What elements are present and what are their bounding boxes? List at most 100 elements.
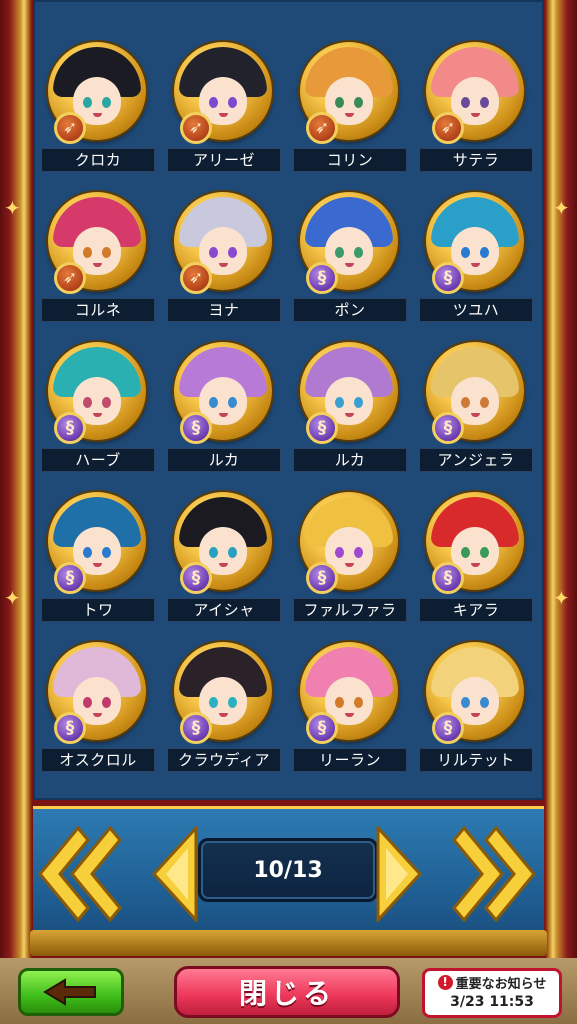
character-portrait[interactable]: § <box>300 192 398 294</box>
character-name: ヨナ <box>167 298 281 322</box>
character-portrait[interactable]: ➶ <box>48 192 146 294</box>
bow-icon: ➶ <box>180 112 212 144</box>
character-card[interactable]: § キアラ <box>414 486 540 624</box>
magic-icon: § <box>306 262 338 294</box>
character-name: キアラ <box>419 598 533 622</box>
character-portrait[interactable]: § <box>300 642 398 744</box>
prev-page-button[interactable] <box>150 826 202 922</box>
character-portrait[interactable]: § <box>426 642 524 744</box>
pager-ornament <box>30 930 547 956</box>
character-name: コリン <box>293 148 407 172</box>
back-button[interactable] <box>18 968 124 1016</box>
magic-icon: § <box>432 562 464 594</box>
character-name: コルネ <box>41 298 155 322</box>
bow-icon: ➶ <box>306 112 338 144</box>
chevron-left-icon <box>151 826 198 922</box>
bow-icon: ➶ <box>432 112 464 144</box>
character-card[interactable]: § ルカ <box>288 336 414 474</box>
character-card[interactable]: § ハーブ <box>36 336 162 474</box>
double-chevron-left-icon <box>38 826 122 922</box>
character-portrait[interactable]: ➶ <box>48 42 146 144</box>
magic-icon: § <box>432 712 464 744</box>
star-ornament-icon: ✦ <box>553 196 570 220</box>
character-name: リルテット <box>419 748 533 772</box>
chevron-right-icon <box>376 826 423 922</box>
character-name: トワ <box>41 598 155 622</box>
character-card[interactable]: § ポン <box>288 186 414 324</box>
character-portrait[interactable]: § <box>300 492 398 594</box>
page-number: 10/13 <box>253 857 323 883</box>
next-page-button[interactable] <box>372 826 424 922</box>
character-portrait[interactable]: ➶ <box>300 42 398 144</box>
character-portrait[interactable]: § <box>48 492 146 594</box>
magic-icon: § <box>306 412 338 444</box>
character-card[interactable]: ➶ クロカ <box>36 36 162 174</box>
first-page-button[interactable] <box>38 826 122 922</box>
character-portrait[interactable]: § <box>48 642 146 744</box>
notice-timestamp: 3/23 11:53 <box>450 994 534 1010</box>
character-card[interactable]: § ツユハ <box>414 186 540 324</box>
character-name: クロカ <box>41 148 155 172</box>
last-page-button[interactable] <box>452 826 536 922</box>
magic-icon: § <box>306 712 338 744</box>
character-card[interactable]: § リルテット <box>414 636 540 774</box>
character-portrait[interactable]: § <box>174 642 272 744</box>
notice-title: 重要なお知らせ <box>455 977 547 992</box>
character-portrait[interactable]: § <box>426 492 524 594</box>
character-portrait[interactable]: § <box>426 192 524 294</box>
character-name: サテラ <box>419 148 533 172</box>
character-portrait[interactable]: ➶ <box>426 42 524 144</box>
character-card[interactable]: ➶ アリーゼ <box>162 36 288 174</box>
magic-icon: § <box>54 712 86 744</box>
character-name: ツユハ <box>419 298 533 322</box>
character-card[interactable]: § トワ <box>36 486 162 624</box>
character-name: アリーゼ <box>167 148 281 172</box>
character-card[interactable]: § ルカ <box>162 336 288 474</box>
close-button-label: 閉じる <box>238 977 335 1010</box>
character-portrait[interactable]: § <box>300 342 398 444</box>
character-card[interactable]: ➶ コリン <box>288 36 414 174</box>
star-ornament-icon: ✦ <box>4 586 21 610</box>
character-card[interactable]: § アイシャ <box>162 486 288 624</box>
character-card[interactable]: ➶ コルネ <box>36 186 162 324</box>
bow-icon: ➶ <box>54 262 86 294</box>
bow-icon: ➶ <box>180 262 212 294</box>
character-name: ルカ <box>293 448 407 472</box>
character-card[interactable]: § クラウディア <box>162 636 288 774</box>
character-name: ポン <box>293 298 407 322</box>
close-button[interactable]: 閉じる <box>174 966 400 1018</box>
character-name: アイシャ <box>167 598 281 622</box>
star-ornament-icon: ✦ <box>553 586 570 610</box>
character-card[interactable]: § アンジェラ <box>414 336 540 474</box>
double-chevron-right-icon <box>452 826 536 922</box>
magic-icon: § <box>432 262 464 294</box>
arrow-left-icon <box>43 978 96 1006</box>
character-card[interactable]: § リーラン <box>288 636 414 774</box>
character-name: リーラン <box>293 748 407 772</box>
character-card[interactable]: ➶ ヨナ <box>162 186 288 324</box>
character-name: ハーブ <box>41 448 155 472</box>
character-grid: ➶ クロカ ➶ アリーゼ ➶ コリン ➶ サテラ ➶ コルネ ➶ ヨナ § ポン § ツユハ § ハーブ § ルカ § ル… <box>36 36 541 774</box>
magic-icon: § <box>54 562 86 594</box>
star-ornament-icon: ✦ <box>4 196 21 220</box>
character-card[interactable]: § オスクロル <box>36 636 162 774</box>
magic-icon: § <box>432 412 464 444</box>
magic-icon: § <box>54 412 86 444</box>
important-notice-button[interactable]: ! 重要なお知らせ 3/23 11:53 <box>422 968 562 1018</box>
magic-icon: § <box>180 412 212 444</box>
character-portrait[interactable]: § <box>174 342 272 444</box>
character-portrait[interactable]: ➶ <box>174 192 272 294</box>
character-portrait[interactable]: § <box>174 492 272 594</box>
character-portrait[interactable]: § <box>48 342 146 444</box>
alert-icon: ! <box>437 975 453 990</box>
character-card[interactable]: ➶ サテラ <box>414 36 540 174</box>
magic-icon: § <box>306 562 338 594</box>
page-indicator: 10/13 <box>198 838 378 902</box>
character-name: クラウディア <box>167 748 281 772</box>
magic-icon: § <box>180 562 212 594</box>
character-portrait[interactable]: § <box>426 342 524 444</box>
character-card[interactable]: § ファルファラ <box>288 486 414 624</box>
character-name: アンジェラ <box>419 448 533 472</box>
bow-icon: ➶ <box>54 112 86 144</box>
character-portrait[interactable]: ➶ <box>174 42 272 144</box>
